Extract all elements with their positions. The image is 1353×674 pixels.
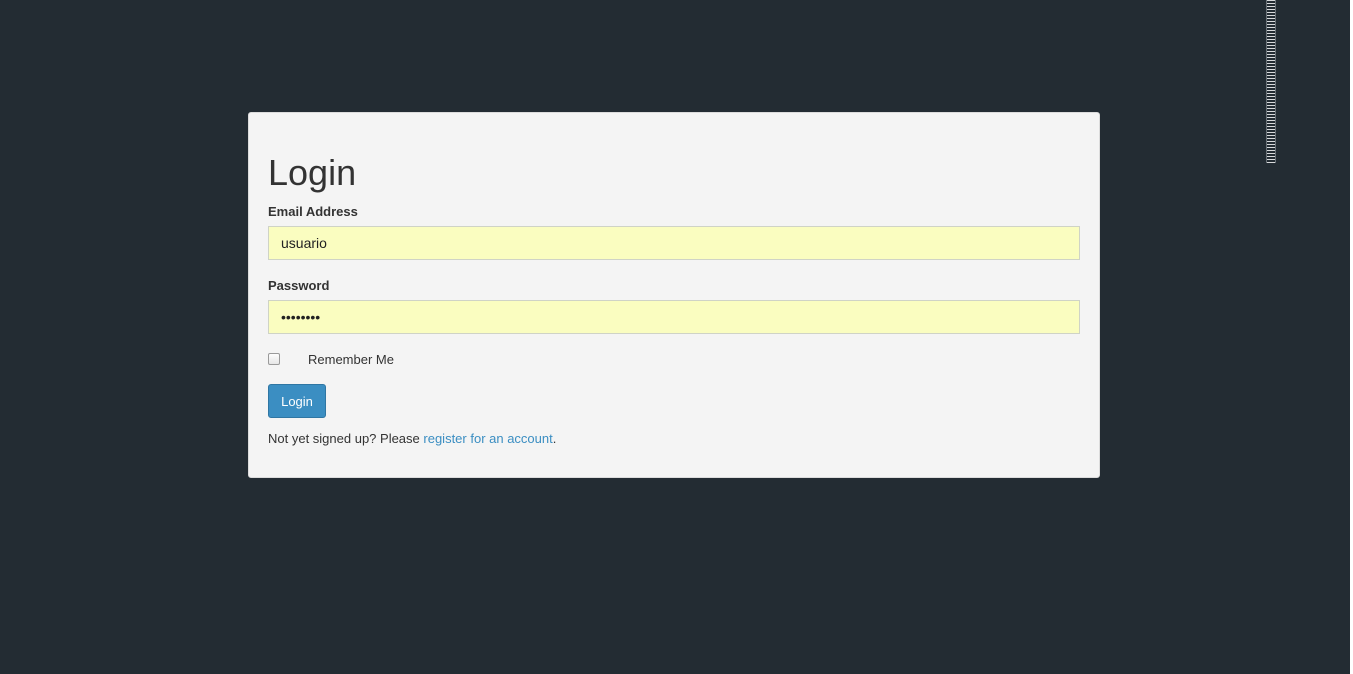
register-link[interactable]: register for an account — [423, 431, 552, 446]
password-field[interactable] — [268, 300, 1080, 334]
signup-suffix: . — [552, 431, 557, 446]
email-label: Email Address — [268, 204, 358, 219]
login-button[interactable]: Login — [268, 384, 326, 418]
signup-prompt: Not yet signed up? Please register for a… — [268, 431, 556, 446]
remember-me-checkbox[interactable] — [268, 353, 280, 365]
login-card: Login Email Address Password Remember Me… — [248, 112, 1100, 478]
page: Login Email Address Password Remember Me… — [0, 0, 1353, 674]
page-title: Login — [268, 152, 357, 193]
decorative-strip — [1266, 0, 1276, 163]
email-field[interactable] — [268, 226, 1080, 260]
signup-prefix: Not yet signed up? Please — [268, 431, 424, 446]
password-label: Password — [268, 278, 330, 293]
remember-me-label[interactable]: Remember Me — [308, 352, 394, 367]
